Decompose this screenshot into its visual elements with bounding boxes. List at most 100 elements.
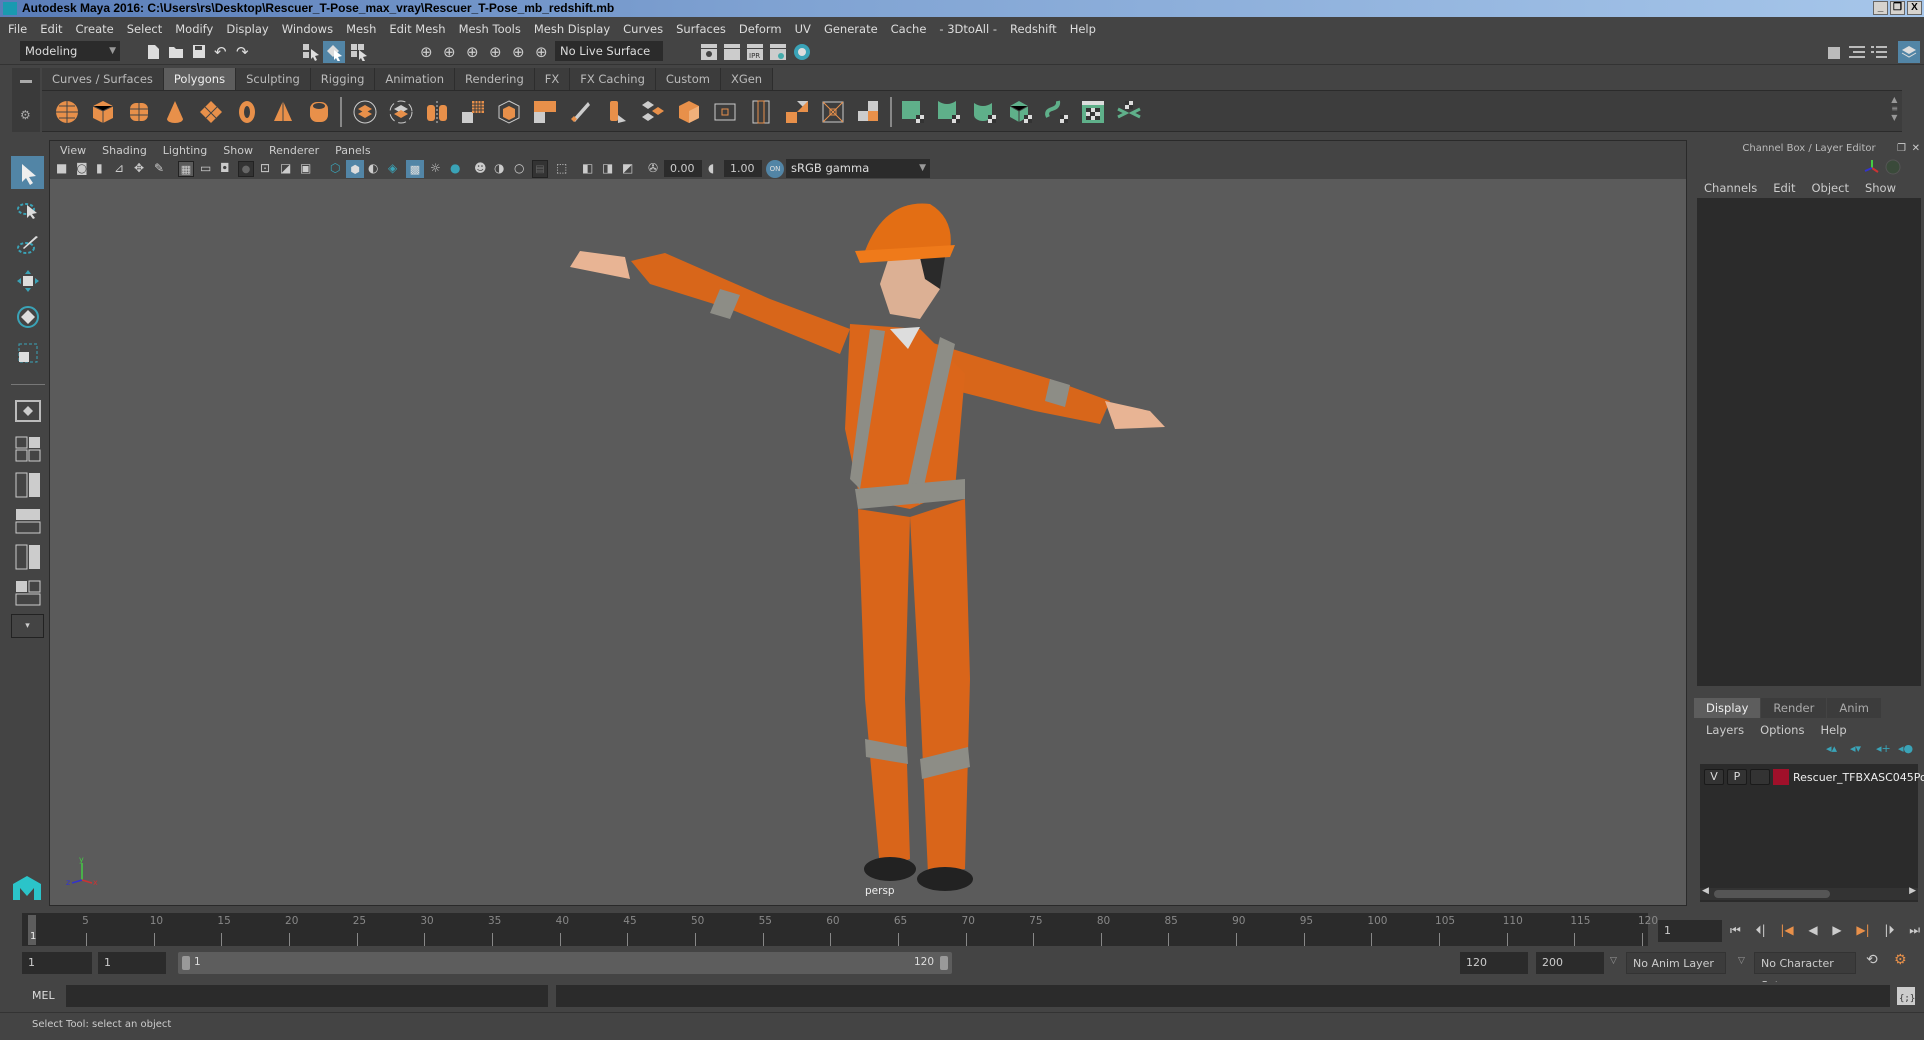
layer-type-toggle[interactable] — [1750, 769, 1770, 785]
select-component-icon[interactable] — [350, 43, 368, 61]
live-surface-field[interactable]: No Live Surface — [555, 41, 663, 61]
poly-pipe-icon[interactable] — [306, 99, 332, 125]
layer-row[interactable]: V P Rescuer_TFBXASC045Pos — [1704, 768, 1924, 786]
menu-modify[interactable]: Modify — [175, 22, 213, 36]
panel-menu-view[interactable]: View — [60, 144, 86, 157]
new-scene-icon[interactable] — [146, 44, 160, 60]
character-set-dropdown[interactable]: No Character Set — [1754, 952, 1856, 992]
float-panel-icon[interactable]: ❐ — [1897, 140, 1906, 158]
menu-create[interactable]: Create — [76, 22, 114, 36]
shelf-tab-sculpting[interactable]: Sculpting — [236, 68, 311, 90]
menu-curves[interactable]: Curves — [623, 22, 663, 36]
film-gate-icon[interactable]: ▭ — [200, 161, 211, 175]
save-scene-icon[interactable] — [192, 44, 206, 59]
xray-joints-icon[interactable]: ◨ — [602, 161, 613, 175]
layer-tab-display[interactable]: Display — [1694, 698, 1761, 718]
target-weld-icon[interactable] — [640, 99, 666, 125]
current-frame-field[interactable]: 1 — [1658, 920, 1722, 942]
layer-color-swatch[interactable] — [1773, 769, 1789, 785]
scroll-right-icon[interactable]: ▶ — [1909, 886, 1916, 896]
shelf-settings-gear-icon[interactable]: ⚙ — [20, 108, 31, 122]
menu-file[interactable]: File — [8, 22, 27, 36]
persp-graph-layout-button[interactable] — [11, 576, 44, 609]
range-start-handle[interactable] — [182, 956, 190, 970]
bookmark-icon[interactable]: ▮ — [96, 161, 103, 175]
move-layer-up-icon[interactable]: ◂▴ — [1826, 742, 1837, 755]
3d-viewport[interactable]: persp y x z — [50, 179, 1686, 905]
image-plane-icon[interactable]: ⊿ — [114, 161, 124, 175]
isolate-select-icon[interactable]: ⬚ — [556, 161, 567, 175]
menu-generate[interactable]: Generate — [824, 22, 878, 36]
panel-menu-lighting[interactable]: Lighting — [163, 144, 207, 157]
new-layer-from-selected-icon[interactable]: ◂● — [1898, 742, 1913, 755]
poly-cube-icon[interactable] — [90, 99, 116, 125]
menu-redshift[interactable]: Redshift — [1010, 22, 1057, 36]
menu-windows[interactable]: Windows — [282, 22, 333, 36]
attribute-editor-icon[interactable] — [1848, 43, 1866, 61]
shadows-icon[interactable]: ● — [450, 161, 460, 175]
menu-cache[interactable]: Cache — [891, 22, 927, 36]
resolution-gate-icon[interactable]: ◘ — [220, 161, 230, 175]
snap-curve-icon[interactable]: ⊕ — [443, 43, 456, 61]
channel-box-menu-object[interactable]: Object — [1812, 181, 1849, 195]
menu-3dtoall[interactable]: - 3DtoAll - — [939, 22, 997, 36]
render-settings-icon[interactable] — [769, 43, 787, 61]
panel-menu-show[interactable]: Show — [223, 144, 253, 157]
shelf-tab-animation[interactable]: Animation — [375, 68, 456, 90]
new-layer-icon[interactable]: ◂+ — [1876, 742, 1891, 755]
select-object-mode-button[interactable] — [323, 41, 345, 63]
camera-icon[interactable]: ■ — [56, 161, 67, 175]
menu-select[interactable]: Select — [127, 22, 162, 36]
xray-components-icon[interactable]: ◩ — [622, 161, 633, 175]
camera-attributes-icon[interactable]: ◙ — [76, 161, 88, 175]
character-model[interactable] — [50, 179, 1686, 905]
layer-visibility-toggle[interactable]: V — [1704, 769, 1724, 785]
hypershade-icon[interactable] — [793, 43, 811, 61]
grid-toggle-button[interactable]: ▦ — [178, 161, 194, 177]
2d-pan-zoom-icon[interactable]: ✥ — [134, 161, 144, 175]
poly-torus-icon[interactable] — [234, 99, 260, 125]
anti-aliasing-icon[interactable]: ○ — [514, 161, 524, 175]
shelf-tab-xgen[interactable]: XGen — [720, 68, 774, 90]
view-transform-dropdown[interactable]: sRGB gamma ▼ — [786, 159, 930, 178]
range-slider[interactable]: 1 120 — [178, 952, 952, 974]
step-forward-frame-icon[interactable]: |⏵ — [1884, 923, 1894, 938]
menu-help[interactable]: Help — [1070, 22, 1096, 36]
paint-select-tool-button[interactable] — [11, 228, 44, 261]
layer-tab-anim[interactable]: Anim — [1827, 698, 1881, 718]
merge-icon[interactable] — [784, 99, 810, 125]
menu-mesh[interactable]: Mesh — [346, 22, 376, 36]
uv-layout-icon[interactable] — [1116, 99, 1142, 125]
shelf-tab-rigging[interactable]: Rigging — [310, 68, 376, 90]
exposure-icon[interactable]: ✇ — [648, 161, 658, 175]
playback-start-field[interactable]: 1 — [98, 952, 166, 974]
menu-set-dropdown[interactable]: Modeling ▼ — [20, 41, 120, 61]
separate-icon[interactable] — [388, 99, 414, 125]
offset-edge-loop-icon[interactable] — [748, 99, 774, 125]
layer-menu-layers[interactable]: Layers — [1706, 723, 1744, 737]
gamma-field[interactable]: 1.00 — [724, 160, 762, 177]
mirror-icon[interactable] — [424, 99, 450, 125]
redo-icon[interactable]: ↷ — [236, 43, 249, 61]
shelf-tab-fx-caching[interactable]: FX Caching — [570, 68, 656, 90]
auto-key-icon[interactable]: ⟲ — [1866, 952, 1878, 968]
field-chart-icon[interactable]: ⊡ — [260, 161, 270, 175]
extrude-icon[interactable] — [496, 99, 522, 125]
bridge-icon[interactable] — [532, 99, 558, 125]
play-backwards-icon[interactable]: ◀ — [1808, 923, 1817, 937]
panel-menu-panels[interactable]: Panels — [335, 144, 370, 157]
custom-layout-button[interactable]: ▾ — [11, 614, 44, 638]
safe-action-icon[interactable]: ◪ — [280, 161, 291, 175]
command-input[interactable] — [66, 985, 548, 1007]
shelf-tab-fx[interactable]: FX — [534, 68, 571, 90]
time-slider[interactable]: 1 5 10 15 20 25 30 35 40 45 50 55 60 65 70 75 80 85 90 95 1… — [22, 913, 1658, 946]
four-view-layout-button[interactable] — [11, 432, 44, 465]
restore-button[interactable]: ❐ — [1890, 1, 1905, 15]
depth-of-field-button[interactable]: ▤ — [532, 160, 548, 178]
menu-surfaces[interactable]: Surfaces — [676, 22, 726, 36]
menu-edit-mesh[interactable]: Edit Mesh — [389, 22, 445, 36]
scale-tool-button[interactable] — [11, 336, 44, 369]
snap-surface-icon[interactable]: ⊕ — [535, 43, 548, 61]
render-frame-icon[interactable] — [723, 43, 741, 61]
shelf-tab-menu-icon[interactable] — [20, 80, 32, 83]
